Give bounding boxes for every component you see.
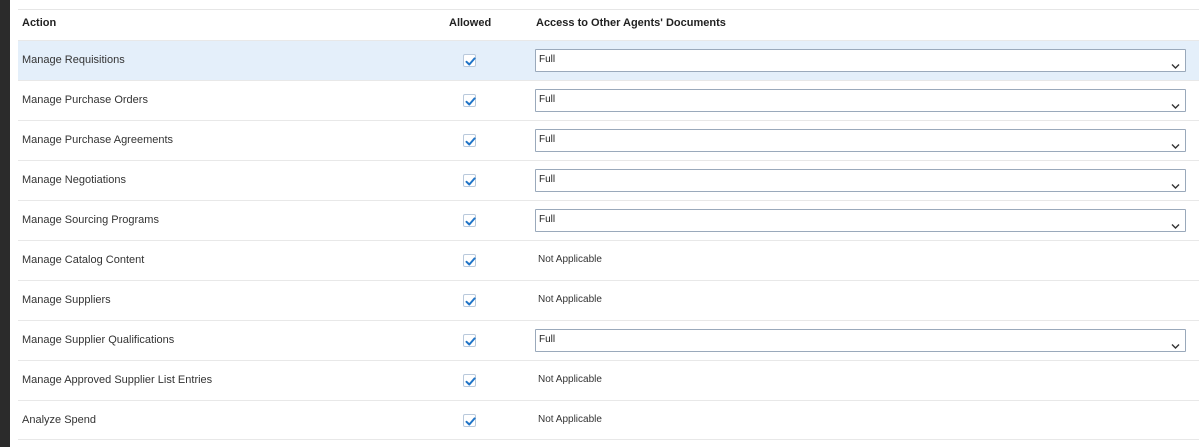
access-select-value: Full	[539, 54, 556, 65]
table-row[interactable]: Manage Supplier Qualifications Full	[18, 320, 1199, 360]
chevron-down-icon	[1171, 137, 1180, 155]
access-text: Not Applicable	[538, 254, 602, 265]
checkmark-icon	[465, 297, 476, 306]
table-row[interactable]: Manage Sourcing Programs Full	[18, 200, 1199, 240]
checkmark-icon	[465, 177, 476, 186]
table-row[interactable]: Manage Purchase Agreements Full	[18, 120, 1199, 160]
checkmark-icon	[465, 337, 476, 346]
chevron-down-icon	[1171, 337, 1180, 355]
allowed-checkbox[interactable]	[463, 414, 476, 427]
action-label: Manage Sourcing Programs	[22, 214, 159, 226]
chevron-down-icon	[1171, 57, 1180, 75]
access-select-value: Full	[539, 334, 556, 345]
access-select-value: Full	[539, 134, 556, 145]
allowed-checkbox[interactable]	[463, 214, 476, 227]
allowed-checkbox[interactable]	[463, 294, 476, 307]
action-label: Manage Purchase Agreements	[22, 134, 174, 146]
chevron-down-icon	[1171, 217, 1180, 235]
table-row[interactable]: Manage Negotiations Full	[18, 160, 1199, 200]
action-label: Manage Suppliers	[22, 294, 111, 306]
access-select[interactable]: Full	[535, 129, 1186, 152]
table-row[interactable]: Analyze Spend Not Applicable	[18, 400, 1199, 440]
chevron-down-icon	[1171, 97, 1180, 115]
allowed-checkbox[interactable]	[463, 134, 476, 147]
checkmark-icon	[465, 97, 476, 106]
table-row[interactable]: Manage Requisitions Full	[18, 40, 1199, 80]
checkmark-icon	[465, 417, 476, 426]
access-text: Not Applicable	[538, 374, 602, 385]
access-select[interactable]: Full	[535, 329, 1186, 352]
checkmark-icon	[465, 377, 476, 386]
column-header-access: Access to Other Agents' Documents	[536, 17, 726, 29]
privileges-table: Action Allowed Access to Other Agents' D…	[18, 9, 1199, 440]
access-select-value: Full	[539, 174, 556, 185]
access-select[interactable]: Full	[535, 169, 1186, 192]
action-label: Manage Supplier Qualifications	[22, 334, 175, 346]
checkmark-icon	[465, 57, 476, 66]
action-label: Manage Requisitions	[22, 54, 125, 66]
allowed-checkbox[interactable]	[463, 54, 476, 67]
table-row[interactable]: Manage Purchase Orders Full	[18, 80, 1199, 120]
access-select[interactable]: Full	[535, 89, 1186, 112]
access-text: Not Applicable	[538, 294, 602, 305]
action-label: Analyze Spend	[22, 414, 96, 426]
content-panel: Action Allowed Access to Other Agents' D…	[10, 0, 1199, 447]
table-header: Action Allowed Access to Other Agents' D…	[18, 9, 1199, 40]
action-label: Manage Purchase Orders	[22, 94, 148, 106]
checkmark-icon	[465, 137, 476, 146]
action-label: Manage Negotiations	[22, 174, 126, 186]
access-text: Not Applicable	[538, 414, 602, 425]
column-header-action: Action	[22, 17, 57, 29]
allowed-checkbox[interactable]	[463, 334, 476, 347]
table-body: Manage Requisitions Full Manage Purchase O…	[18, 40, 1199, 440]
access-select[interactable]: Full	[535, 209, 1186, 232]
chevron-down-icon	[1171, 177, 1180, 195]
checkmark-icon	[465, 257, 476, 266]
allowed-checkbox[interactable]	[463, 174, 476, 187]
table-row[interactable]: Manage Suppliers Not Applicable	[18, 280, 1199, 320]
access-select-value: Full	[539, 214, 556, 225]
action-label: Manage Approved Supplier List Entries	[22, 374, 213, 386]
allowed-checkbox[interactable]	[463, 94, 476, 107]
allowed-checkbox[interactable]	[463, 254, 476, 267]
access-select[interactable]: Full	[535, 49, 1186, 72]
access-select-value: Full	[539, 94, 556, 105]
checkmark-icon	[465, 217, 476, 226]
allowed-checkbox[interactable]	[463, 374, 476, 387]
table-row[interactable]: Manage Approved Supplier List Entries Not…	[18, 360, 1199, 400]
column-header-allowed: Allowed	[449, 17, 492, 29]
action-label: Manage Catalog Content	[22, 254, 145, 266]
table-row[interactable]: Manage Catalog Content Not Applicable	[18, 240, 1199, 280]
